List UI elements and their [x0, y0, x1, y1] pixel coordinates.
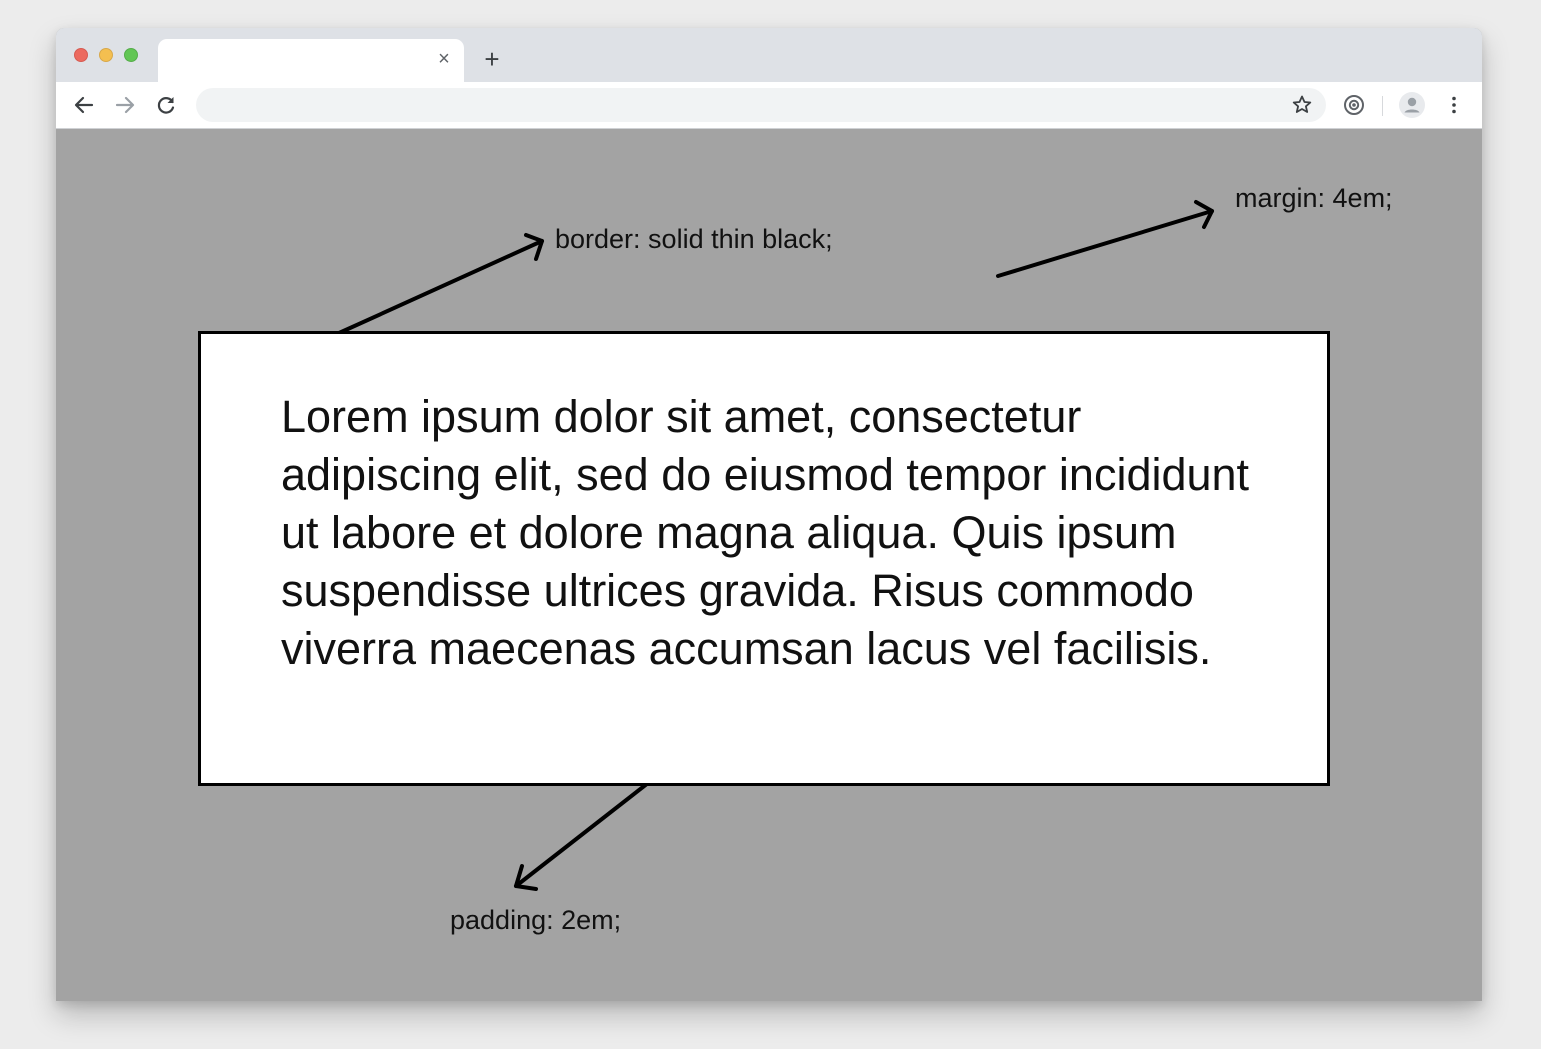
address-bar[interactable] — [196, 88, 1326, 122]
reload-icon[interactable] — [154, 93, 178, 117]
more-vert-icon[interactable] — [1442, 93, 1466, 117]
margin-arrow-line — [996, 209, 1214, 278]
page-content: border: solid thin black; margin: 4em; p… — [56, 129, 1482, 1001]
toolbar-divider — [1382, 96, 1383, 116]
back-arrow-icon[interactable] — [72, 93, 96, 117]
extension-icon[interactable] — [1342, 93, 1366, 117]
close-icon[interactable]: × — [434, 49, 454, 69]
forward-arrow-icon[interactable] — [113, 93, 137, 117]
avatar-icon[interactable] — [1399, 92, 1425, 118]
close-window-button[interactable] — [74, 48, 88, 62]
browser-window: × + border: solid thin black; margin: 4e… — [56, 28, 1482, 1001]
minimize-window-button[interactable] — [99, 48, 113, 62]
plus-icon[interactable]: + — [481, 46, 503, 72]
box-paragraph: Lorem ipsum dolor sit amet, consectetur … — [281, 391, 1250, 674]
browser-toolbar — [56, 82, 1482, 129]
border-annotation: border: solid thin black; — [555, 224, 833, 254]
browser-tab[interactable]: × — [158, 39, 464, 82]
star-icon[interactable] — [1290, 93, 1314, 117]
tab-strip: × + — [56, 28, 1482, 82]
margin-annotation: margin: 4em; — [1235, 183, 1393, 213]
bordered-content-box: Lorem ipsum dolor sit amet, consectetur … — [198, 331, 1330, 786]
padding-annotation: padding: 2em; — [450, 905, 622, 935]
border-arrow-line — [337, 239, 544, 335]
maximize-window-button[interactable] — [124, 48, 138, 62]
